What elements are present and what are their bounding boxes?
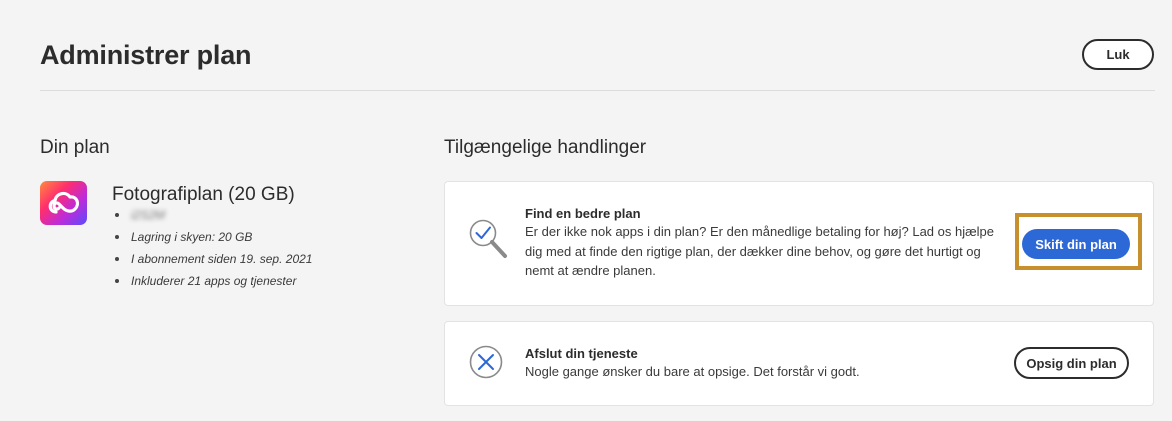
change-plan-button[interactable]: Skift din plan [1022,229,1130,259]
close-circle-icon [469,345,503,379]
find-better-plan-title: Find en bedre plan [525,206,641,221]
plan-details-list: i2S2M Lagring i skyen: 20 GB I abonnemen… [115,205,312,293]
find-better-plan-description: Er der ikke nok apps i din plan? Er den … [525,224,995,278]
page-header: Administrer plan Luk [40,0,1155,91]
cancel-service-title: Afslut din tjeneste [525,346,638,361]
close-button[interactable]: Luk [1082,39,1154,70]
plan-detail-apps-included: Inkluderer 21 apps og tjenester [115,271,312,293]
cancel-plan-button[interactable]: Opsig din plan [1014,347,1129,379]
page-title: Administrer plan [40,40,252,70]
magnifier-check-icon [469,219,507,258]
cancel-service-card: Afslut din tjeneste Nogle gange ønsker d… [444,321,1154,406]
cancel-service-description: Nogle gange ønsker du bare at opsige. De… [525,364,860,379]
your-plan-heading: Din plan [40,137,110,158]
available-actions-heading: Tilgængelige handlinger [444,137,647,158]
plan-detail-redacted: i2S2M [115,205,312,227]
plan-detail-storage: Lagring i skyen: 20 GB [115,227,312,249]
plan-detail-subscribed-since: I abonnement siden 19. sep. 2021 [115,249,312,271]
creative-cloud-icon [40,181,87,225]
find-better-plan-card: Find en bedre plan Er der ikke nok apps … [444,181,1154,306]
plan-name: Fotografiplan (20 GB) [112,184,295,205]
manage-plan-page: Administrer plan Luk Din plan Fotografip… [0,0,1172,421]
